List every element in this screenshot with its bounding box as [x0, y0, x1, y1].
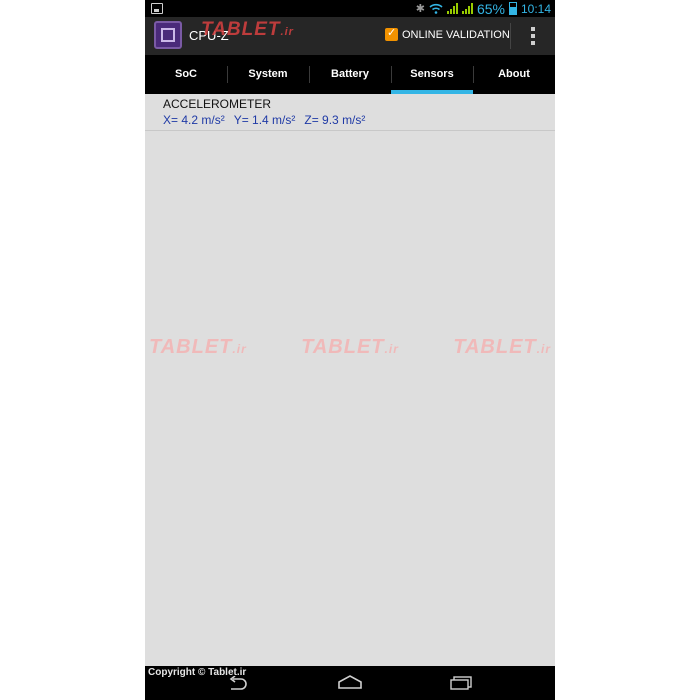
tab-battery[interactable]: Battery [309, 55, 391, 94]
action-bar: CPU-Z TABLET.ir ONLINE VALIDATION [145, 17, 555, 55]
online-validation-button[interactable]: ONLINE VALIDATION [385, 26, 510, 41]
image-icon [151, 3, 163, 14]
wifi-icon [429, 3, 443, 14]
action-divider [510, 23, 511, 49]
phone-screen: ✱ 65% 10:14 CPU-Z TABLET.ir ONLINE VALID… [145, 0, 555, 700]
watermark: TABLET.ir [301, 336, 399, 358]
battery-percent: 65% [476, 0, 505, 17]
divider [145, 130, 555, 131]
overflow-menu-icon[interactable] [531, 27, 535, 45]
watermark: TABLET.ir [453, 336, 551, 358]
back-icon[interactable] [227, 676, 249, 690]
accelerometer-values: X= 4.2 m/s² Y= 1.4 m/s² Z= 9.3 m/s² [163, 113, 365, 127]
tab-sensors[interactable]: Sensors [391, 55, 473, 94]
watermark-row: TABLET.ir TABLET.ir TABLET.ir [145, 336, 555, 359]
status-icons: ✱ 65% 10:14 [416, 0, 551, 17]
tab-soc[interactable]: SoC [145, 55, 227, 94]
clock: 10:14 [520, 1, 551, 16]
tab-system[interactable]: System [227, 55, 309, 94]
home-icon[interactable] [337, 675, 363, 689]
validation-icon [385, 26, 398, 41]
signal-icon [446, 3, 458, 14]
recent-apps-icon[interactable] [449, 676, 473, 690]
watermark: TABLET.ir [149, 336, 247, 358]
validation-label: ONLINE VALIDATION [402, 28, 510, 41]
accelerometer-title: ACCELEROMETER [163, 97, 272, 111]
accel-y-value: Y= 1.4 m/s² [233, 113, 296, 127]
signal-icon-2 [461, 3, 473, 14]
navigation-bar: Copyright © Tablet.ir [145, 666, 555, 700]
sensors-panel: ACCELEROMETER X= 4.2 m/s² Y= 1.4 m/s² Z=… [145, 94, 555, 666]
accel-z-value: Z= 9.3 m/s² [304, 113, 366, 127]
accel-x-value: X= 4.2 m/s² [163, 113, 225, 127]
cpu-z-app-icon[interactable] [154, 21, 182, 49]
battery-icon [508, 2, 517, 15]
bluetooth-icon: ✱ [415, 3, 425, 15]
tab-bar: SoC System Battery Sensors About [145, 55, 555, 94]
tab-about[interactable]: About [473, 55, 555, 94]
watermark-logo: TABLET.ir [201, 19, 294, 40]
status-bar: ✱ 65% 10:14 [145, 0, 555, 17]
